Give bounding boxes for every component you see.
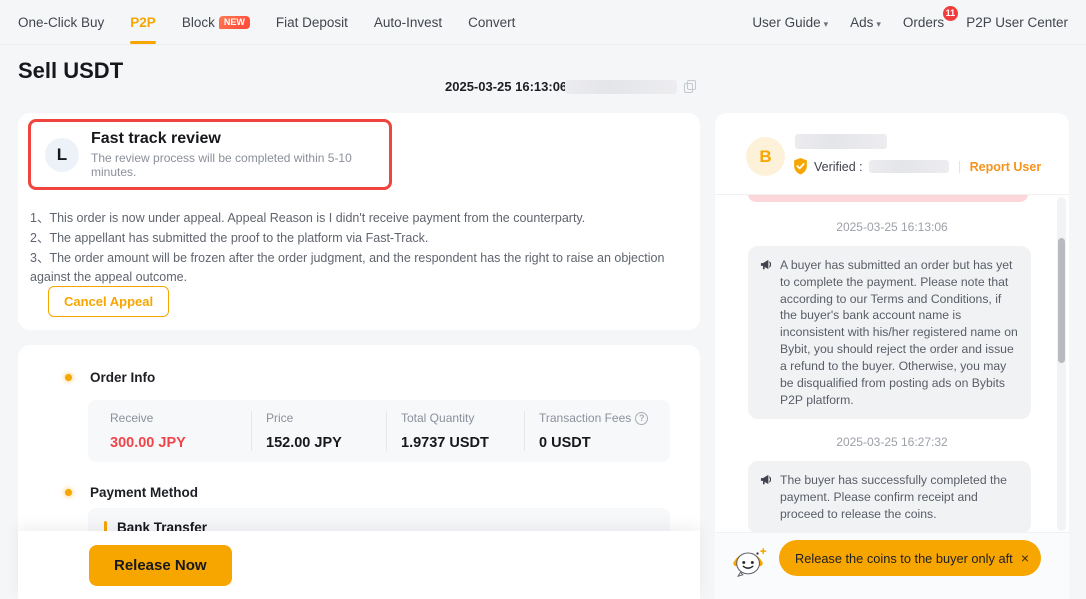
order-info-heading: Order Info	[90, 370, 155, 385]
page-title: Sell USDT	[18, 58, 123, 84]
nav-block-label: Block	[182, 15, 215, 30]
field-price-value: 152.00 JPY	[266, 435, 386, 451]
bullet-dot-icon	[65, 489, 72, 496]
nav-left-group: One-Click Buy P2P BlockNEW Fiat Deposit …	[18, 15, 515, 30]
nav-user-guide[interactable]: User Guide ▾	[752, 15, 828, 30]
clock-icon: L	[45, 138, 79, 172]
field-total-quantity-value: 1.9737 USDT	[401, 435, 524, 451]
megaphone-icon	[760, 473, 773, 486]
chat-panel: B Verified : Report User 2025-03-25 16:1…	[715, 113, 1069, 599]
chat-timestamp: 2025-03-25 16:13:06	[715, 220, 1069, 234]
nav-ads-label: Ads	[850, 15, 873, 30]
report-user-link[interactable]: Report User	[970, 160, 1042, 174]
system-message-bubble: A buyer has submitted an order but has y…	[748, 246, 1031, 419]
verified-label: Verified :	[814, 160, 863, 174]
cancel-appeal-button[interactable]: Cancel Appeal	[48, 286, 169, 317]
active-tab-underline	[130, 41, 156, 44]
release-now-button[interactable]: Release Now	[89, 545, 232, 586]
nav-p2p[interactable]: P2P	[130, 15, 156, 30]
order-info-heading-row: Order Info	[65, 370, 155, 385]
p2p-order-page: One-Click Buy P2P BlockNEW Fiat Deposit …	[0, 0, 1086, 599]
chat-scrollbar-thumb[interactable]	[1058, 238, 1065, 363]
megaphone-icon	[760, 258, 773, 271]
chevron-down-icon: ▾	[824, 19, 829, 29]
chat-timestamp: 2025-03-25 16:27:32	[715, 435, 1069, 449]
field-transaction-fees-text: Transaction Fees	[539, 411, 631, 425]
nav-ads[interactable]: Ads▾	[850, 15, 881, 30]
counterparty-header: B Verified : Report User	[715, 113, 1069, 195]
system-message-bubble: The buyer has successfully completed the…	[748, 461, 1031, 532]
nav-block[interactable]: Block NEW	[182, 15, 250, 30]
nav-user-guide-label: User Guide	[752, 15, 820, 30]
counterparty-avatar: B	[746, 137, 785, 176]
orders-count-badge: 11	[943, 6, 959, 21]
nav-p2p-label: P2P	[130, 15, 156, 30]
system-message-text: A buyer has submitted an order but has y…	[780, 257, 1019, 408]
appeal-note: 2、The appellant has submitted the proof …	[30, 229, 680, 249]
field-transaction-fees-value: 0 USDT	[539, 435, 662, 451]
redacted-counterparty-name	[795, 134, 887, 149]
payment-method-heading: Payment Method	[90, 485, 198, 500]
fast-track-text: Fast track review The review process wil…	[91, 130, 375, 179]
order-action-bar: Release Now	[18, 531, 700, 599]
system-message-text: The buyer has successfully completed the…	[780, 472, 1019, 522]
verified-row: Verified : Report User	[793, 158, 1041, 175]
field-receive: Receive 300.00 JPY	[96, 411, 251, 451]
new-badge: NEW	[219, 16, 250, 29]
help-icon[interactable]: ?	[635, 412, 648, 425]
close-icon[interactable]: ×	[1021, 551, 1029, 565]
appeal-card: L Fast track review The review process w…	[18, 113, 700, 330]
verified-shield-icon	[793, 158, 808, 175]
redacted-verified-name	[869, 160, 949, 173]
chat-message-list[interactable]: 2025-03-25 16:13:06 A buyer has submitte…	[715, 195, 1069, 532]
nav-p2p-user-center[interactable]: P2P User Center	[966, 15, 1068, 30]
chat-scrollbar-track[interactable]	[1057, 197, 1066, 531]
field-price: Price 152.00 JPY	[251, 411, 386, 451]
redacted-order-number	[565, 80, 677, 94]
appeal-note: 1、This order is now under appeal. Appeal…	[30, 209, 680, 229]
nav-one-click-buy[interactable]: One-Click Buy	[18, 15, 104, 30]
appeal-notes: 1、This order is now under appeal. Appeal…	[30, 209, 680, 288]
nav-fiat-deposit[interactable]: Fiat Deposit	[276, 15, 348, 30]
chat-footer: Release the coins to the buyer only afte…	[715, 532, 1069, 599]
field-transaction-fees-label: Transaction Fees ?	[539, 411, 662, 425]
nav-convert[interactable]: Convert	[468, 15, 515, 30]
fast-track-subtitle: The review process will be completed wit…	[91, 151, 375, 179]
copy-icon-front	[684, 83, 693, 93]
fast-track-title: Fast track review	[91, 130, 375, 148]
order-created-time: 2025-03-25 16:13:06	[445, 79, 567, 94]
nav-orders-label: Orders	[903, 15, 944, 30]
nav-auto-invest[interactable]: Auto-Invest	[374, 15, 442, 30]
assistant-tip-text: Release the coins to the buyer only afte…	[795, 551, 1013, 566]
appeal-note: 3、The order amount will be frozen after …	[30, 249, 680, 289]
field-total-quantity: Total Quantity 1.9737 USDT	[386, 411, 524, 451]
assistant-tip-bubble[interactable]: Release the coins to the buyer only afte…	[779, 540, 1041, 576]
alert-banner-partial	[748, 195, 1028, 202]
order-info-grid: Receive 300.00 JPY Price 152.00 JPY Tota…	[88, 400, 670, 462]
assistant-mascot-icon[interactable]	[731, 545, 767, 579]
field-receive-value: 300.00 JPY	[110, 435, 251, 451]
field-total-quantity-label: Total Quantity	[401, 411, 524, 425]
field-receive-label: Receive	[110, 411, 251, 425]
nav-right-group: User Guide▾ Ads▾ Orders 11 P2P User Cent…	[752, 15, 1068, 30]
payment-method-heading-row: Payment Method	[65, 485, 198, 500]
field-transaction-fees: Transaction Fees ? 0 USDT	[524, 411, 662, 451]
chevron-down-icon: ▾	[876, 19, 881, 29]
top-navigation: One-Click Buy P2P BlockNEW Fiat Deposit …	[0, 0, 1086, 45]
divider	[959, 161, 960, 173]
fast-track-review-highlight: L Fast track review The review process w…	[28, 119, 392, 190]
bullet-dot-icon	[65, 374, 72, 381]
field-price-label: Price	[266, 411, 386, 425]
copy-icon[interactable]	[684, 80, 696, 93]
nav-orders[interactable]: Orders 11	[903, 15, 944, 30]
